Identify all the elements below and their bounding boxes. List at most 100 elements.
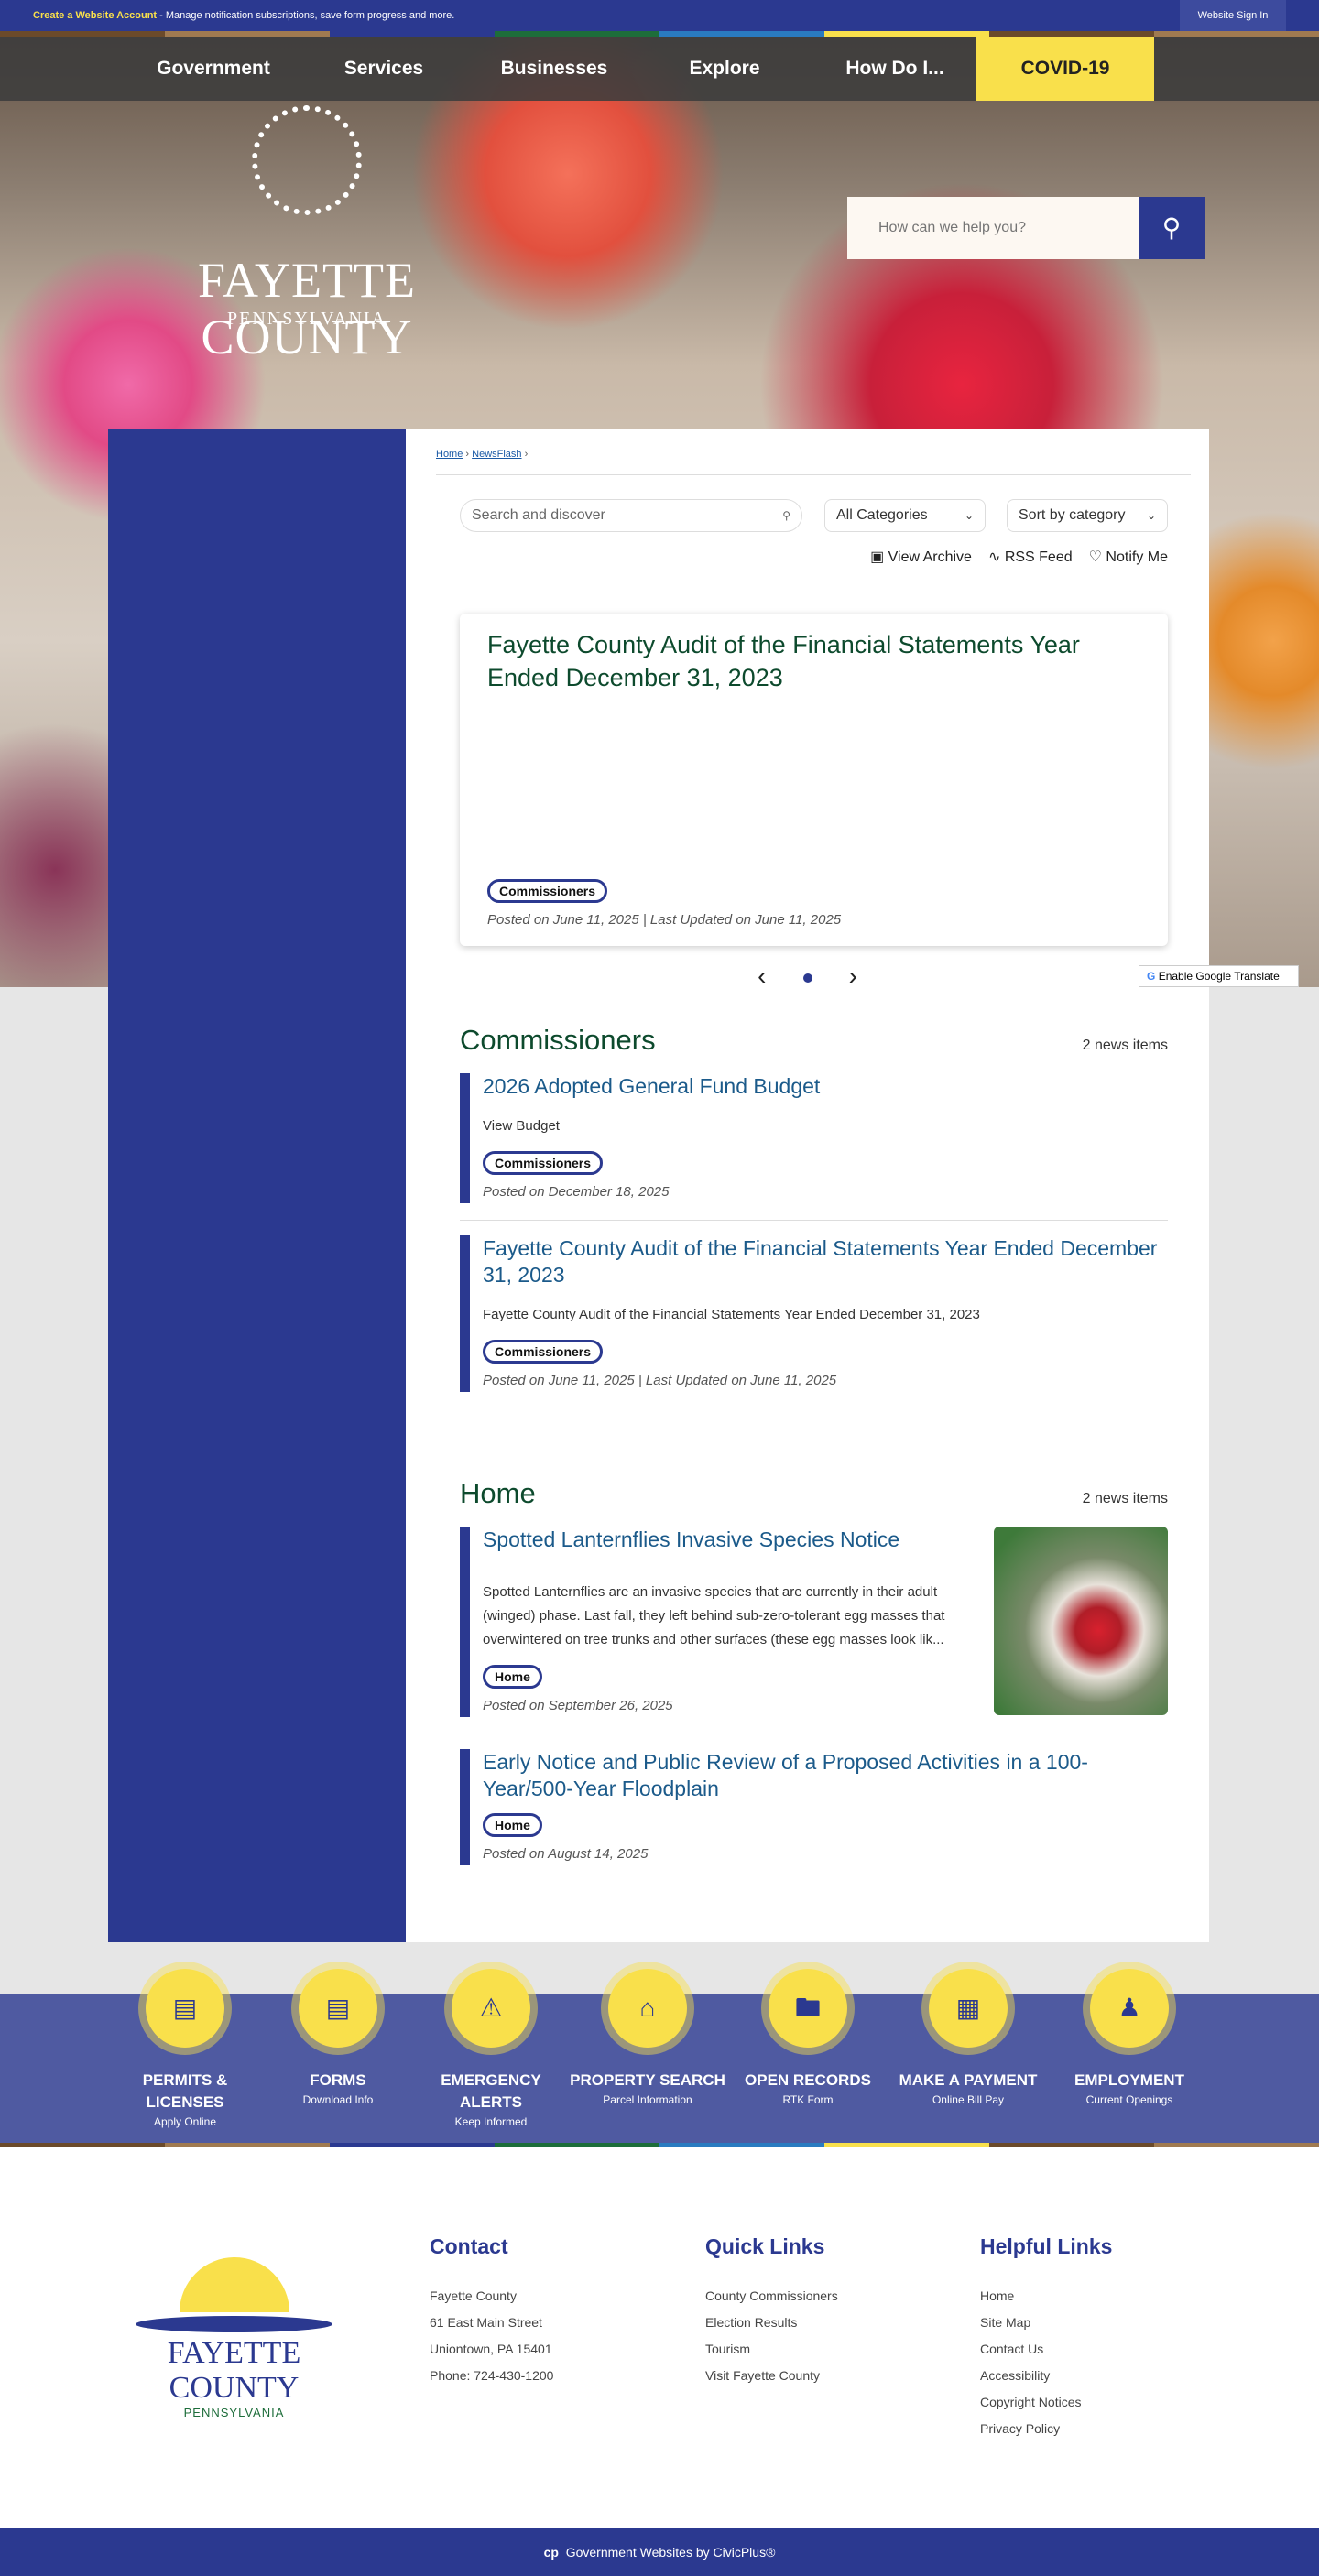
- section-commissioners: Commissioners 2 news items 2026 Adopted G…: [460, 1024, 1168, 1408]
- quicklink-forms[interactable]: ▤ FORMS Download Info: [256, 1969, 420, 2106]
- chevron-down-icon: ⌄: [964, 509, 974, 522]
- news-title-link[interactable]: 2026 Adopted General Fund Budget: [483, 1073, 1168, 1100]
- quicklink-open-records[interactable]: 🖿 OPEN RECORDS RTK Form: [725, 1969, 890, 2106]
- footer-link[interactable]: Site Map: [980, 2315, 1030, 2330]
- chevron-right-icon[interactable]: ›: [849, 962, 857, 990]
- search-button[interactable]: ⚲: [1139, 197, 1205, 259]
- notify-me-link[interactable]: ♡ Notify Me: [1089, 548, 1168, 566]
- quicklink-permits[interactable]: ▤ PERMITS & LICENSES Apply Online: [103, 1969, 267, 2128]
- site-search-input[interactable]: [847, 197, 1139, 259]
- category-tag[interactable]: Commissioners: [487, 879, 608, 903]
- featured-news-card[interactable]: Fayette County Audit of the Financial St…: [460, 614, 1168, 946]
- main-nav: Government Services Businesses Explore H…: [0, 37, 1319, 101]
- rss-feed-link[interactable]: ∿ RSS Feed: [988, 548, 1073, 566]
- chevron-left-icon[interactable]: ‹: [758, 962, 766, 990]
- category-tag[interactable]: Home: [483, 1813, 542, 1837]
- nav-government[interactable]: Government: [128, 37, 299, 101]
- sign-in-button[interactable]: Website Sign In: [1180, 0, 1286, 31]
- news-title-link[interactable]: Early Notice and Public Review of a Prop…: [483, 1749, 1168, 1802]
- footer-helpful-links: Helpful Links Home Site Map Contact Us A…: [980, 2234, 1113, 2436]
- section-title: Commissioners: [460, 1024, 656, 1056]
- site-logo[interactable]: FAYETTE COUNTY PENNSYLVANIA: [114, 105, 499, 364]
- category-tag[interactable]: Home: [483, 1665, 542, 1689]
- chevron-down-icon: ⌄: [1146, 509, 1156, 522]
- contact-line: 61 East Main Street: [430, 2315, 542, 2330]
- news-item: Spotted Lanternflies Invasive Species No…: [460, 1527, 1168, 1717]
- section-home: Home 2 news items Spotted Lanternflies In…: [460, 1477, 1168, 1882]
- footer-quick-links: Quick Links County Commissioners Electio…: [705, 2234, 838, 2383]
- footer-link[interactable]: Accessibility: [980, 2368, 1050, 2383]
- news-title-link[interactable]: Fayette County Audit of the Financial St…: [483, 1235, 1168, 1288]
- sidebar: [108, 429, 406, 1942]
- category-tag[interactable]: Commissioners: [483, 1340, 604, 1364]
- news-title-link[interactable]: Spotted Lanternflies Invasive Species No…: [483, 1527, 976, 1553]
- contact-line: Phone: 724-430-1200: [430, 2368, 554, 2383]
- footer: FAYETTE COUNTY PENNSYLVANIA Contact Faye…: [0, 2147, 1319, 2528]
- search-icon: ⚲: [782, 509, 790, 522]
- posted-date: Posted on September 26, 2025: [483, 1698, 673, 1713]
- permit-icon: ▤: [146, 1969, 224, 2048]
- civicplus-credit[interactable]: cp Government Websites by CivicPlus®: [0, 2528, 1319, 2576]
- divider: [460, 1220, 1168, 1221]
- breadcrumb: Home › NewsFlash ›: [436, 449, 529, 460]
- footer-link[interactable]: Election Results: [705, 2315, 797, 2330]
- view-archive-link[interactable]: ▣ View Archive: [870, 548, 972, 566]
- news-summary: Spotted Lanternflies are an invasive spe…: [483, 1584, 945, 1647]
- nav-how-do-i[interactable]: How Do I...: [810, 37, 980, 101]
- person-icon: ♟: [1090, 1969, 1169, 2048]
- bell-icon: ♡: [1088, 549, 1102, 565]
- breadcrumb-newsflash[interactable]: NewsFlash: [472, 449, 521, 460]
- quicklink-make-payment[interactable]: ▦ MAKE A PAYMENT Online Bill Pay: [886, 1969, 1051, 2106]
- footer-link[interactable]: Copyright Notices: [980, 2395, 1082, 2409]
- posted-date: Posted on August 14, 2025: [483, 1846, 649, 1862]
- create-account-link[interactable]: Create a Website Account: [33, 10, 157, 21]
- news-item: Fayette County Audit of the Financial St…: [460, 1235, 1168, 1392]
- footer-link[interactable]: Tourism: [705, 2342, 750, 2356]
- quicklink-employment[interactable]: ♟ EMPLOYMENT Current Openings: [1047, 1969, 1212, 2106]
- news-count: 2 news items: [1082, 1491, 1168, 1506]
- footer-link[interactable]: Contact Us: [980, 2342, 1043, 2356]
- google-translate-button[interactable]: G Enable Google Translate: [1139, 965, 1299, 987]
- news-search-input[interactable]: Search and discover ⚲: [460, 499, 802, 532]
- category-tag[interactable]: Commissioners: [483, 1151, 604, 1175]
- site-search: ⚲: [847, 197, 1205, 259]
- warning-icon: ⚠: [452, 1969, 530, 2048]
- logo-state: PENNSYLVANIA: [226, 309, 387, 329]
- divider: [436, 474, 1191, 475]
- news-count: 2 news items: [1082, 1038, 1168, 1053]
- nav-covid-19[interactable]: COVID-19: [976, 37, 1154, 101]
- nav-services[interactable]: Services: [299, 37, 469, 101]
- news-summary: View Budget: [483, 1118, 560, 1134]
- news-actions: ▣ View Archive ∿ RSS Feed ♡ Notify Me: [870, 548, 1168, 566]
- footer-link[interactable]: Visit Fayette County: [705, 2368, 820, 2383]
- sun-icon: [252, 105, 362, 215]
- civicplus-icon: cp: [543, 2545, 559, 2560]
- contact-line: Uniontown, PA 15401: [430, 2342, 552, 2356]
- news-item: 2026 Adopted General Fund Budget View Bu…: [460, 1073, 1168, 1203]
- nav-businesses[interactable]: Businesses: [469, 37, 639, 101]
- lanternfly-image[interactable]: [994, 1527, 1168, 1715]
- posted-date: Posted on June 11, 2025 | Last Updated o…: [487, 912, 842, 928]
- breadcrumb-home[interactable]: Home: [436, 449, 463, 460]
- footer-logo[interactable]: FAYETTE COUNTY PENNSYLVANIA: [108, 2257, 360, 2419]
- category-select[interactable]: All Categories ⌄: [824, 499, 986, 532]
- main-content: Home › NewsFlash › Search and discover ⚲ …: [406, 429, 1209, 1942]
- carousel-dot[interactable]: [802, 973, 812, 983]
- footer-link[interactable]: Home: [980, 2288, 1014, 2303]
- nav-explore[interactable]: Explore: [639, 37, 810, 101]
- posted-date: Posted on December 18, 2025: [483, 1184, 670, 1200]
- news-summary: Fayette County Audit of the Financial St…: [483, 1307, 980, 1322]
- featured-title[interactable]: Fayette County Audit of the Financial St…: [487, 628, 1140, 694]
- footer-link[interactable]: County Commissioners: [705, 2288, 838, 2303]
- sun-icon: [179, 2257, 289, 2312]
- house-search-icon: ⌂: [608, 1969, 687, 2048]
- quicklink-property-search[interactable]: ⌂ PROPERTY SEARCH Parcel Information: [565, 1969, 730, 2106]
- footer-link[interactable]: Privacy Policy: [980, 2421, 1060, 2436]
- quicklink-emergency-alerts[interactable]: ⚠ EMERGENCY ALERTS Keep Informed: [409, 1969, 573, 2128]
- sort-select[interactable]: Sort by category ⌄: [1007, 499, 1168, 532]
- footer-contact: Contact Fayette County 61 East Main Stre…: [430, 2234, 553, 2389]
- rss-icon: ∿: [987, 549, 1001, 565]
- google-icon: G: [1147, 970, 1156, 983]
- contact-line: Fayette County: [430, 2288, 517, 2303]
- account-message: Create a Website Account - Manage notifi…: [33, 10, 455, 21]
